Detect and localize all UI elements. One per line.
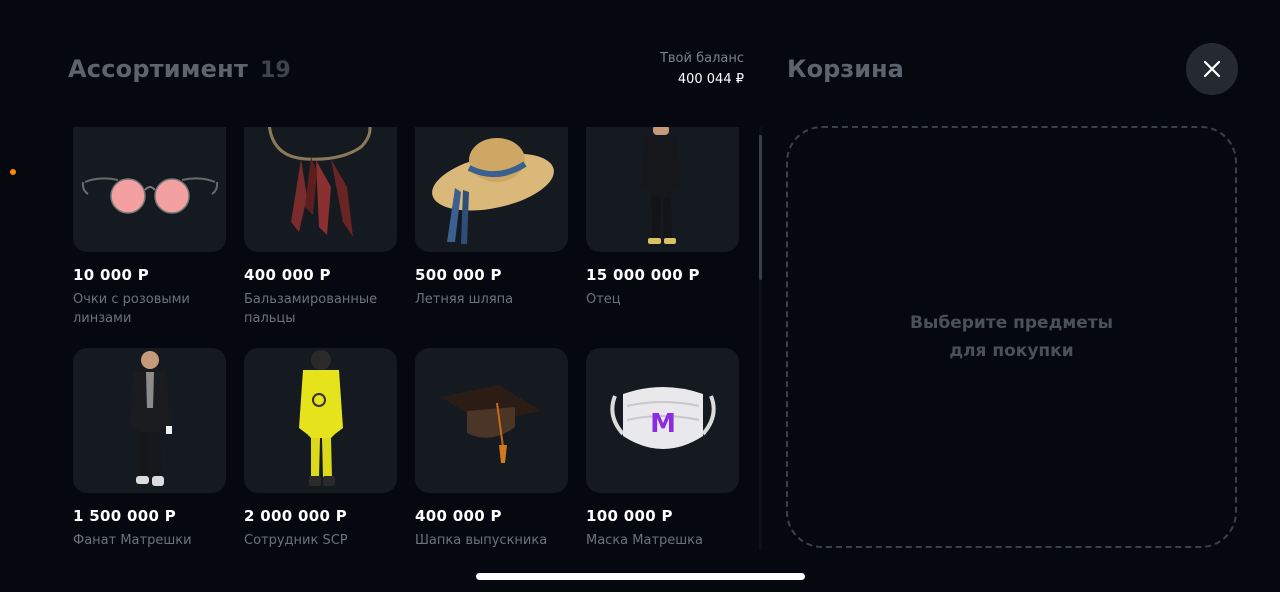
- item-name: Фанат Матрешки: [73, 533, 192, 548]
- scrollbar-thumb[interactable]: [759, 135, 762, 280]
- item-price: 400 000 Р: [244, 266, 331, 284]
- item-name: Очки с розовыми линзами: [73, 292, 190, 326]
- item-price: 1 500 000 Р: [73, 507, 177, 525]
- shop-item[interactable]: 1 500 000 Р Фанат Матрешки: [73, 348, 226, 550]
- item-price: 15 000 000 Р: [586, 266, 700, 284]
- item-thumbnail: [244, 348, 397, 493]
- balance-label: Твой баланс: [659, 51, 744, 66]
- side-indicator-dot: [10, 169, 16, 175]
- balance-block: Твой баланс 400 044 ₽: [660, 51, 744, 91]
- close-button[interactable]: [1186, 43, 1238, 95]
- item-thumbnail: [244, 127, 397, 252]
- character-black-outfit-icon: [640, 127, 681, 244]
- items-grid[interactable]: 10 000 Р Очки с розовыми линзами 400 000…: [64, 127, 754, 550]
- finger-necklace-icon: [267, 127, 371, 237]
- cart-empty-line-1: Выберите предметы: [910, 313, 1113, 333]
- item-price: 10 000 Р: [73, 266, 150, 284]
- character-jacket-icon: [129, 351, 172, 486]
- item-thumbnail: [415, 348, 568, 493]
- balance-value: 400 044 ₽: [677, 72, 744, 87]
- item-price: 500 000 Р: [415, 266, 502, 284]
- shop-item[interactable]: 15 000 000 Р Отец: [586, 127, 739, 309]
- cart-empty-line-2: для покупки: [949, 341, 1074, 361]
- shop-item[interactable]: 500 000 Р Летняя шляпа: [415, 127, 568, 309]
- pink-glasses-icon: [81, 176, 218, 214]
- shop-item[interactable]: M 100 000 Р Маска Матрешка: [586, 348, 739, 550]
- catalog-header: Ассортимент 19: [68, 55, 291, 83]
- item-price: 2 000 000 Р: [244, 507, 348, 525]
- item-name: Сотрудник SCP: [244, 533, 348, 548]
- items-scrollbar[interactable]: [759, 127, 762, 550]
- item-name: Летняя шляпа: [415, 292, 514, 307]
- shop-item[interactable]: 10 000 Р Очки с розовыми линзами: [73, 127, 226, 328]
- shop-item[interactable]: 400 000 Р Шапка выпускника: [415, 348, 568, 550]
- catalog-title: Ассортимент: [68, 55, 249, 83]
- item-name: Бальзамированные пальцы: [244, 292, 378, 326]
- cart-title: Корзина: [787, 55, 904, 83]
- item-price: 400 000 Р: [415, 507, 502, 525]
- item-name: Шапка выпускника: [415, 533, 548, 548]
- mask-logo: M: [650, 409, 676, 439]
- shop-item[interactable]: 400 000 Р Бальзамированные пальцы: [244, 127, 397, 328]
- face-mask-icon: M: [609, 386, 716, 449]
- item-name: Отец: [586, 292, 621, 307]
- item-thumbnail: [73, 348, 226, 493]
- item-price: 100 000 Р: [586, 507, 673, 525]
- item-thumbnail: M: [586, 348, 739, 493]
- item-thumbnail: [73, 127, 226, 252]
- item-thumbnail: [415, 127, 568, 252]
- hazmat-suit-icon: [298, 350, 343, 486]
- home-indicator: [476, 573, 805, 580]
- close-icon: [1203, 60, 1221, 78]
- catalog-count: 19: [260, 58, 291, 83]
- cart-empty-message: Выберите предметы для покупки: [910, 309, 1113, 365]
- graduation-cap-icon: [440, 384, 541, 463]
- shop-item[interactable]: 2 000 000 Р Сотрудник SCP: [244, 348, 397, 550]
- straw-hat-icon: [431, 137, 554, 244]
- item-name: Маска Матрешка: [586, 533, 703, 548]
- cart-dropzone[interactable]: Выберите предметы для покупки: [786, 126, 1237, 548]
- item-thumbnail: [586, 127, 739, 252]
